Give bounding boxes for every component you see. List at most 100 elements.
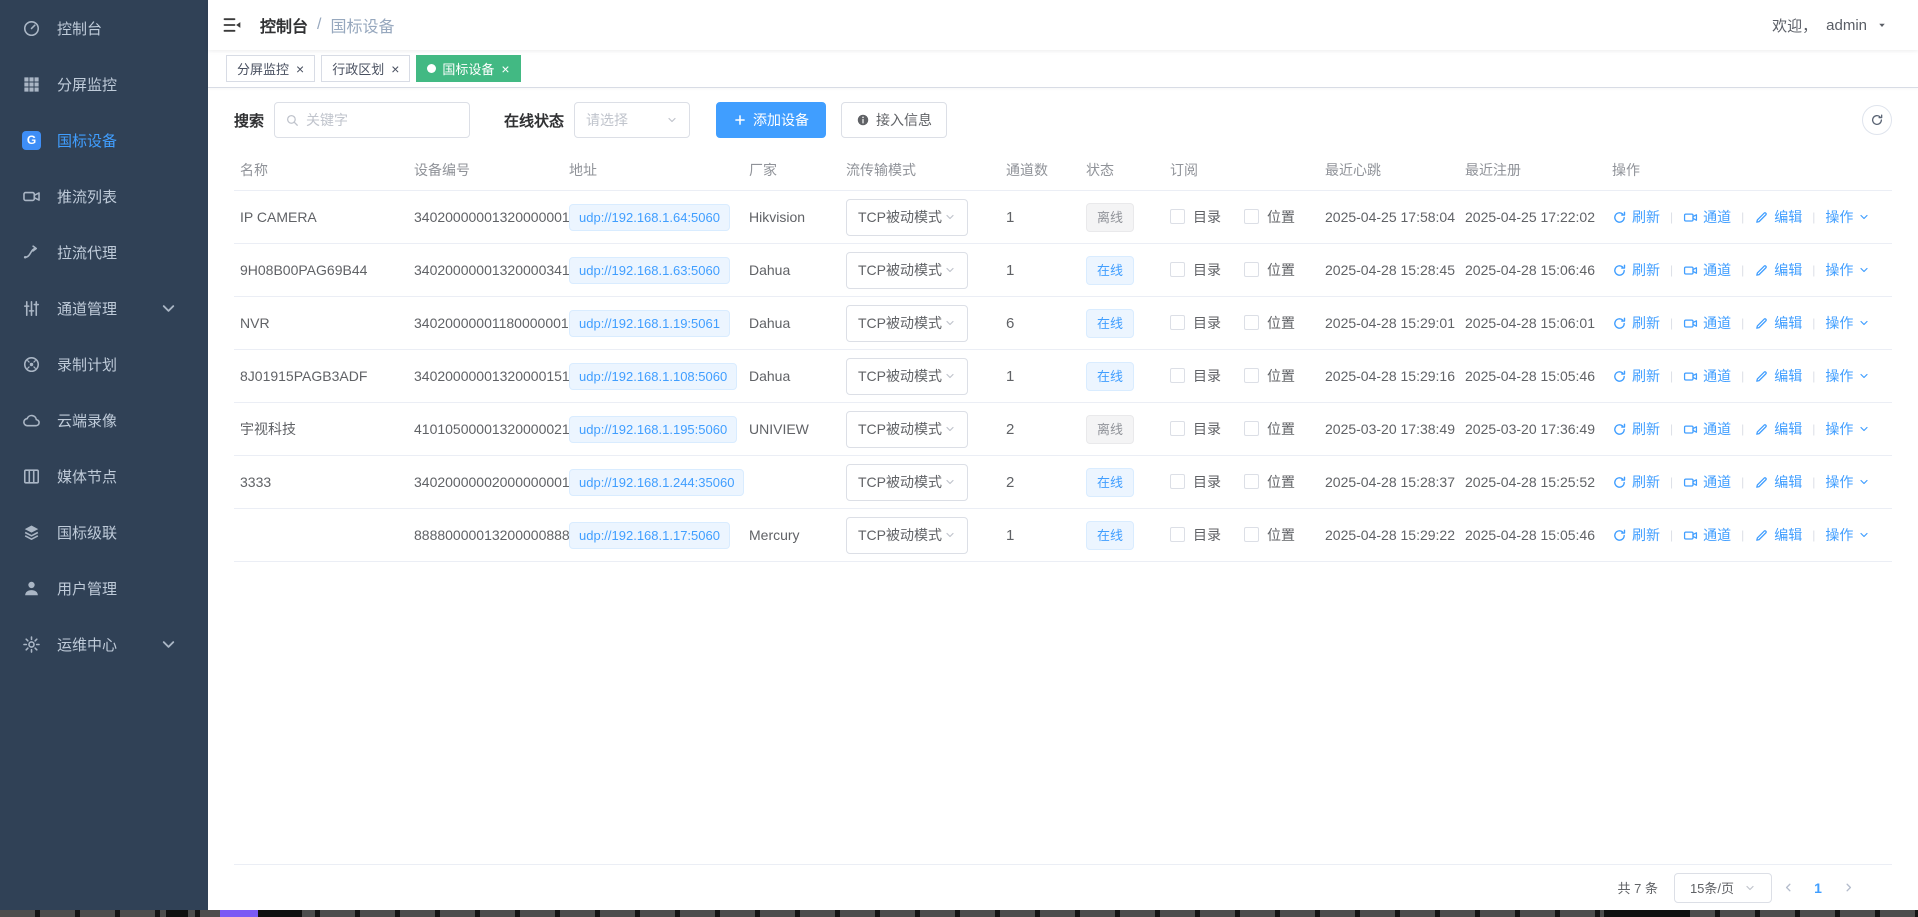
hamburger-icon[interactable] — [222, 15, 242, 35]
row-channels-button[interactable]: 通道 — [1683, 472, 1731, 492]
sidebar-item-gb-cascade[interactable]: 国标级联 — [0, 504, 208, 560]
row-refresh-button[interactable]: 刷新 — [1612, 472, 1660, 492]
sidebar-item-channel-mgmt[interactable]: 通道管理 — [0, 280, 208, 336]
close-icon[interactable]: × — [296, 62, 304, 76]
subscribe-catalog-checkbox[interactable]: 目录 — [1170, 207, 1221, 227]
row-refresh-button[interactable]: 刷新 — [1612, 525, 1660, 545]
row-channels-button[interactable]: 通道 — [1683, 525, 1731, 545]
address-pill[interactable]: udp://192.168.1.63:5060 — [569, 257, 730, 284]
row-more-actions-button[interactable]: 操作 — [1825, 472, 1870, 492]
row-channels-button[interactable]: 通道 — [1683, 260, 1731, 280]
address-pill[interactable]: udp://192.168.1.244:35060 — [569, 469, 744, 496]
transport-mode-select[interactable]: TCP被动模式 — [846, 199, 968, 236]
table-row: IP CAMERA34020000001320000001udp://192.1… — [234, 191, 1892, 244]
refresh-icon — [1612, 369, 1627, 384]
address-pill[interactable]: udp://192.168.1.64:5060 — [569, 204, 730, 231]
row-channels-button[interactable]: 通道 — [1683, 419, 1731, 439]
os-taskbar[interactable] — [0, 910, 1918, 917]
row-edit-button[interactable]: 编辑 — [1754, 313, 1802, 333]
breadcrumb-parent[interactable]: 控制台 — [260, 13, 308, 37]
subscribe-catalog-checkbox[interactable]: 目录 — [1170, 472, 1221, 492]
subscribe-position-checkbox[interactable]: 位置 — [1244, 313, 1295, 333]
row-refresh-button[interactable]: 刷新 — [1612, 366, 1660, 386]
refresh-table-button[interactable] — [1862, 105, 1892, 135]
subscribe-position-checkbox[interactable]: 位置 — [1244, 207, 1295, 227]
row-refresh-button[interactable]: 刷新 — [1612, 313, 1660, 333]
subscribe-position-checkbox[interactable]: 位置 — [1244, 419, 1295, 439]
next-page-button[interactable] — [1832, 873, 1864, 903]
transport-mode-value: TCP被动模式 — [858, 525, 942, 545]
row-edit-button[interactable]: 编辑 — [1754, 419, 1802, 439]
row-edit-button[interactable]: 编辑 — [1754, 207, 1802, 227]
row-edit-button[interactable]: 编辑 — [1754, 260, 1802, 280]
user-menu[interactable]: 欢迎， admin — [1772, 15, 1888, 36]
action-separator: | — [1812, 210, 1815, 224]
online-status-select[interactable]: 请选择 — [574, 102, 690, 138]
row-more-actions-button[interactable]: 操作 — [1825, 207, 1870, 227]
sidebar-item-gb-device[interactable]: G国标设备 — [0, 112, 208, 168]
row-refresh-button[interactable]: 刷新 — [1612, 207, 1660, 227]
sidebar-item-user-mgmt[interactable]: 用户管理 — [0, 560, 208, 616]
row-refresh-button[interactable]: 刷新 — [1612, 260, 1660, 280]
sidebar-item-record-plan[interactable]: 录制计划 — [0, 336, 208, 392]
row-more-actions-button[interactable]: 操作 — [1825, 260, 1870, 280]
row-more-actions-button[interactable]: 操作 — [1825, 419, 1870, 439]
row-edit-button[interactable]: 编辑 — [1754, 525, 1802, 545]
subscribe-catalog-checkbox[interactable]: 目录 — [1170, 525, 1221, 545]
close-icon[interactable]: × — [501, 62, 509, 76]
cell-device-id: 34020000001320000341 — [414, 262, 569, 278]
sidebar-item-stream-list[interactable]: 推流列表 — [0, 168, 208, 224]
page-number[interactable]: 1 — [1804, 880, 1832, 896]
subscribe-position-checkbox[interactable]: 位置 — [1244, 366, 1295, 386]
tab-2[interactable]: 行政区划× — [321, 55, 410, 82]
search-input[interactable] — [306, 112, 459, 128]
sidebar-item-cloud-record[interactable]: 云端录像 — [0, 392, 208, 448]
tab-3[interactable]: 国标设备× — [416, 55, 520, 82]
sidebar-item-ops-center[interactable]: 运维中心 — [0, 616, 208, 672]
transport-mode-select[interactable]: TCP被动模式 — [846, 305, 968, 342]
row-edit-button[interactable]: 编辑 — [1754, 472, 1802, 492]
subscribe-catalog-checkbox[interactable]: 目录 — [1170, 260, 1221, 280]
subscribe-position-checkbox[interactable]: 位置 — [1244, 260, 1295, 280]
row-channels-button[interactable]: 通道 — [1683, 366, 1731, 386]
sidebar-item-media-node[interactable]: 媒体节点 — [0, 448, 208, 504]
row-more-actions-button[interactable]: 操作 — [1825, 313, 1870, 333]
subscribe-catalog-checkbox[interactable]: 目录 — [1170, 313, 1221, 333]
subscribe-catalog-checkbox[interactable]: 目录 — [1170, 366, 1221, 386]
subscribe-catalog-checkbox[interactable]: 目录 — [1170, 419, 1221, 439]
subscribe-position-checkbox[interactable]: 位置 — [1244, 525, 1295, 545]
row-more-actions-button[interactable]: 操作 — [1825, 525, 1870, 545]
checkbox-icon — [1170, 315, 1185, 330]
caret-down-icon — [1876, 19, 1888, 31]
subscribe-position-checkbox[interactable]: 位置 — [1244, 472, 1295, 492]
address-pill[interactable]: udp://192.168.1.19:5061 — [569, 310, 730, 337]
access-info-button[interactable]: 接入信息 — [841, 102, 947, 138]
transport-mode-select[interactable]: TCP被动模式 — [846, 464, 968, 501]
sidebar-item-grid[interactable]: 分屏监控 — [0, 56, 208, 112]
address-pill[interactable]: udp://192.168.1.108:5060 — [569, 363, 737, 390]
sidebar-item-dashboard[interactable]: 控制台 — [0, 0, 208, 56]
address-pill[interactable]: udp://192.168.1.17:5060 — [569, 522, 730, 549]
row-edit-button[interactable]: 编辑 — [1754, 366, 1802, 386]
sidebar-item-pull-proxy[interactable]: 拉流代理 — [0, 224, 208, 280]
row-channels-button[interactable]: 通道 — [1683, 207, 1731, 227]
close-icon[interactable]: × — [391, 62, 399, 76]
column-header: 状态 — [1086, 160, 1170, 180]
tab-1[interactable]: 分屏监控× — [226, 55, 315, 82]
address-pill[interactable]: udp://192.168.1.195:5060 — [569, 416, 737, 443]
checkbox-icon — [1244, 315, 1259, 330]
cell-registered: 2025-04-28 15:06:46 — [1465, 262, 1612, 278]
transport-mode-select[interactable]: TCP被动模式 — [846, 358, 968, 395]
row-channels-button[interactable]: 通道 — [1683, 313, 1731, 333]
checkbox-label: 位置 — [1267, 260, 1295, 280]
action-label: 操作 — [1825, 207, 1853, 227]
row-refresh-button[interactable]: 刷新 — [1612, 419, 1660, 439]
row-more-actions-button[interactable]: 操作 — [1825, 366, 1870, 386]
prev-page-button[interactable] — [1772, 873, 1804, 903]
transport-mode-select[interactable]: TCP被动模式 — [846, 517, 968, 554]
transport-mode-select[interactable]: TCP被动模式 — [846, 252, 968, 289]
page-size-select[interactable]: 15条/页 — [1674, 873, 1772, 903]
checkbox-label: 位置 — [1267, 525, 1295, 545]
add-device-button[interactable]: 添加设备 — [716, 102, 826, 138]
transport-mode-select[interactable]: TCP被动模式 — [846, 411, 968, 448]
